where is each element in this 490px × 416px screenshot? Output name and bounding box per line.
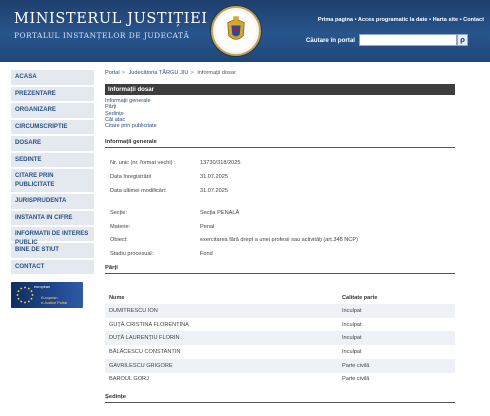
top-link-sitemap[interactable]: Harta site xyxy=(433,17,459,23)
info-key: Obiect: xyxy=(110,237,128,244)
parties-table: Nume Calitate parte DUMITRESCU ION Incul… xyxy=(105,292,455,386)
party-name: BĂLĂCESCU CONSTANTIN xyxy=(109,348,181,355)
table-row: GAVRILESCU GRIGORE Parte civilă xyxy=(105,358,455,373)
top-link-api[interactable]: Acces programatic la date xyxy=(358,17,428,23)
breadcrumb-current: Informații dosar xyxy=(197,70,236,76)
sidebar-item-bine-de-stiut[interactable]: BINE DE STIUT xyxy=(11,243,94,260)
top-links: Prima pagina • Acces programatic la date… xyxy=(317,17,484,23)
sedinte-heading: Ședințe xyxy=(105,394,455,404)
search-input[interactable] xyxy=(359,34,457,46)
info-row: Obiect: exercitarea fără drept a unei pr… xyxy=(105,233,455,247)
info-row: Secție: Secția PENALĂ xyxy=(105,206,455,220)
info-value: 31.07.2025 xyxy=(200,187,228,194)
info-row: Materie: Penal xyxy=(105,220,455,234)
sidebar-item-instanta-in-cifre[interactable]: INSTANTA IN CIFRE xyxy=(11,210,94,227)
table-row: DUMITRESCU ION Inculpat xyxy=(105,304,455,318)
info-key: Nr. unic (nr. format vechi) : xyxy=(110,160,176,167)
sidebar-item-organizare[interactable]: ORGANIZARE xyxy=(11,103,94,120)
table-row: BAROUL GORJ Parte civilă xyxy=(105,373,455,387)
sidebar-item-informatii-interes-public[interactable]: INFORMATII DE INTERES PUBLIC xyxy=(11,227,94,246)
party-role: Inculpat xyxy=(342,348,362,355)
eu-banner-subtitle: European e-Justice Portal xyxy=(41,296,67,305)
sidebar-item-citare[interactable]: CITARE PRIN PUBLICITATE xyxy=(11,169,94,194)
coat-of-arms-logo xyxy=(211,6,261,56)
parties-heading: Părți xyxy=(105,265,455,275)
eu-banner-title: european xyxy=(34,285,51,289)
sidebar-item-circumscriptie[interactable]: CIRCUMSCRIPTIE xyxy=(11,119,94,136)
general-info-heading: Informații generale xyxy=(105,139,455,149)
site-header: MINISTERUL JUSTIȚIEI PORTALUL INSTANȚELO… xyxy=(0,0,490,62)
search-row: Căutare în portal xyxy=(306,34,457,46)
sidebar-item-sedinte[interactable]: SEDINTE xyxy=(11,152,94,169)
info-row: Nr. unic (nr. format vechi) : 13730/318/… xyxy=(105,156,455,170)
party-role: Inculpat xyxy=(338,331,455,346)
party-role: Inculpat xyxy=(342,321,362,328)
sidebar-item-jurisprudenta[interactable]: JURISPRUDENTA xyxy=(11,194,94,211)
breadcrumb-court[interactable]: Judecătoria TÂRGU JIU xyxy=(128,70,188,76)
top-link-contact[interactable]: Contact xyxy=(463,17,484,23)
info-key: Materie: xyxy=(110,223,131,230)
main-content: Portal > Judecătoria TÂRGU JIU > Informați… xyxy=(105,70,455,404)
info-row: Data înregistrării 31.07.2025 xyxy=(105,170,455,184)
quick-link-citare[interactable]: Citare prin publicitate xyxy=(105,123,455,129)
table-row: DUȚĂ LAURENȚIU FLORIN Inculpat xyxy=(105,331,455,346)
ministry-title: MINISTERUL JUSTIȚIEI xyxy=(14,11,208,27)
section-title-bar: Informații dosar xyxy=(105,84,455,95)
info-row: Stadiu procesual: Fond xyxy=(105,247,455,261)
breadcrumb-portal[interactable]: Portal xyxy=(105,70,120,76)
info-value: 31.07.2025 xyxy=(200,174,228,181)
column-header-name: Nume xyxy=(109,295,125,302)
sidebar-item-acasa[interactable]: ACASA xyxy=(11,70,94,87)
breadcrumb: Portal > Judecătoria TÂRGU JIU > Informați… xyxy=(105,70,236,76)
party-name: DUȚĂ LAURENȚIU FLORIN xyxy=(105,331,338,346)
eu-stars-icon xyxy=(16,286,34,304)
top-link-home[interactable]: Prima pagina xyxy=(318,17,353,23)
sidebar-item-prezentare[interactable]: PREZENTARE xyxy=(11,86,94,103)
party-role: Parte civilă xyxy=(342,376,370,383)
party-role: Parte civilă xyxy=(338,358,455,373)
party-name: GAVRILESCU GRIGORE xyxy=(105,358,338,373)
eu-banner-sub2: e-Justice Portal xyxy=(41,300,68,305)
info-spacer xyxy=(105,198,455,206)
party-role: Inculpat xyxy=(338,304,455,318)
info-key: Stadiu procesual: xyxy=(110,251,154,258)
info-value: Secția PENALĂ xyxy=(200,209,240,216)
portal-subtitle: PORTALUL INSTANȚELOR DE JUDECATĂ xyxy=(14,31,190,40)
sidebar-item-dosare[interactable]: DOSARE xyxy=(11,136,94,153)
info-value: Penal xyxy=(200,223,215,230)
search-label: Căutare în portal xyxy=(305,36,355,44)
info-key: Data ultimei modificări: xyxy=(110,187,167,194)
info-key: Data înregistrării xyxy=(110,174,152,181)
sidebar-nav: ACASA PREZENTARE ORGANIZARE CIRCUMSCRIPT… xyxy=(11,70,94,308)
column-header-role: Calitate parte xyxy=(342,295,378,302)
party-name: BAROUL GORJ xyxy=(109,376,149,383)
table-row: BĂLĂCESCU CONSTANTIN Inculpat xyxy=(105,345,455,359)
general-info-table: Nr. unic (nr. format vechi) : 13730/318/… xyxy=(105,156,455,261)
info-key: Secție: xyxy=(110,209,128,216)
table-row: GUŢĂ CRISTINA FLORENTINA Inculpat xyxy=(105,318,455,332)
quick-links: Informații generale Părți Ședințe Căi at… xyxy=(105,98,455,129)
search-button[interactable]: ρ xyxy=(457,34,468,46)
party-name: GUŢĂ CRISTINA FLORENTINA xyxy=(109,321,189,328)
party-name: DUMITRESCU ION xyxy=(105,304,338,318)
sidebar-item-contact[interactable]: CONTACT xyxy=(11,259,94,276)
parties-header-row: Nume Calitate parte xyxy=(105,292,455,304)
info-row: Data ultimei modificări: 31.07.2025 xyxy=(105,184,455,198)
info-value: exercitarea fără drept a unei profesii s… xyxy=(200,237,358,244)
info-value: Fond xyxy=(200,251,213,258)
info-value: 13730/318/2025 xyxy=(200,160,241,167)
e-justice-banner[interactable]: european European e-Justice Portal xyxy=(11,282,83,308)
